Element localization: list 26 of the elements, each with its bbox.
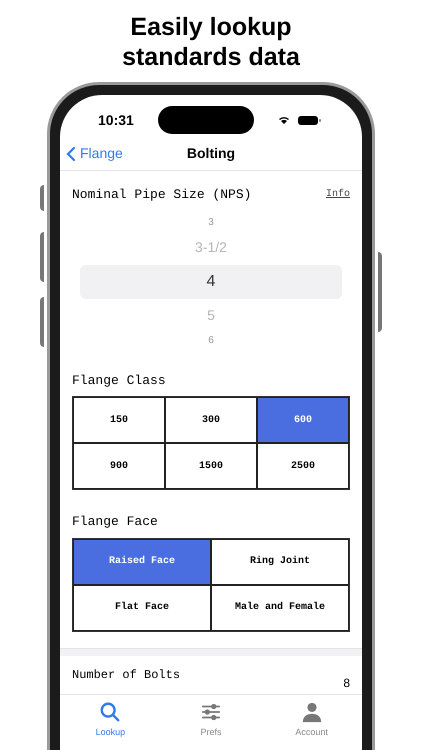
search-icon <box>99 700 122 722</box>
option-button[interactable]: 900 <box>73 443 165 489</box>
person-icon <box>300 700 323 722</box>
option-button[interactable]: Raised Face <box>73 538 211 584</box>
nav-title: Bolting <box>186 144 236 163</box>
section-label: Flange Face <box>71 513 159 531</box>
section-label: Nominal Pipe Size (NPS) <box>72 186 252 204</box>
option-button[interactable]: 2500 <box>257 443 349 489</box>
chevron-icon <box>66 146 76 162</box>
result-value: 8 <box>343 674 350 692</box>
info-link[interactable]: Info <box>326 187 350 202</box>
option-button[interactable]: 300 <box>165 397 257 443</box>
option-button[interactable]: 600 <box>257 397 349 443</box>
status-time: 10:31 <box>98 110 134 130</box>
result-label: Number of Bolts <box>72 666 180 684</box>
section-label: Flange Class <box>71 372 167 390</box>
option-button[interactable]: Male and Female <box>211 584 349 630</box>
headline: Easily lookup standards data <box>121 12 301 72</box>
option-button[interactable]: Flat Face <box>73 584 211 630</box>
option-button[interactable]: 1500 <box>165 443 257 489</box>
option-button[interactable]: Ring Joint <box>211 538 349 584</box>
option-button[interactable]: 150 <box>73 397 165 443</box>
status-icons <box>278 114 324 126</box>
back-button[interactable]: Flange <box>60 143 123 164</box>
picker-option[interactable]: 4 <box>80 264 342 298</box>
tab-item[interactable]: Lookup <box>75 700 146 750</box>
